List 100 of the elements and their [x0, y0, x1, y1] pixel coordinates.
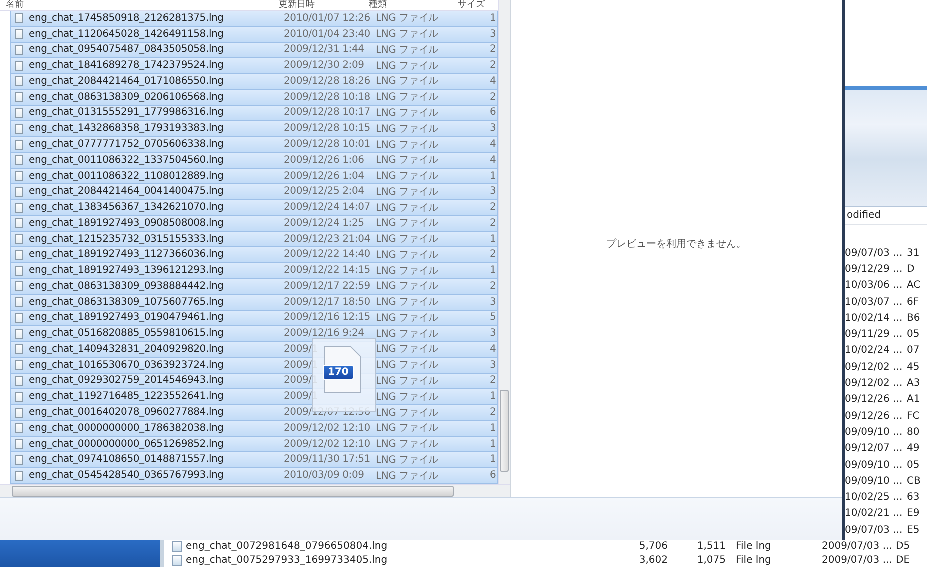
- modified-date: 10/02/21 ...: [845, 508, 904, 520]
- file-name: eng_chat_1383456367_1342621070.lng: [29, 202, 225, 214]
- hash-value: 6F: [907, 296, 920, 308]
- file-row[interactable]: eng_chat_0777771752_0705606338.lng 2009/12/28 10:01 LNG ファイル 4: [10, 137, 498, 153]
- vertical-scrollbar[interactable]: [498, 0, 510, 484]
- file-size: 3: [490, 28, 498, 40]
- modified-date: 2010/01/04 23:40: [284, 28, 372, 40]
- file-icon: [15, 234, 23, 244]
- horizontal-scrollbar[interactable]: [0, 484, 510, 497]
- hash-value: AC: [907, 280, 922, 292]
- file-size: 5,706: [638, 541, 668, 552]
- file-type: LNG ファイル: [376, 91, 440, 104]
- file-type: LNG ファイル: [376, 75, 440, 88]
- hash-value: A3: [907, 378, 922, 390]
- file-row[interactable]: eng_chat_1745850918_2126281375.lng 2010/01/07 12:26 LNG ファイル 1: [10, 11, 498, 27]
- column-heading[interactable]: 名前: [0, 0, 273, 10]
- file-name: eng_chat_0777771752_0705606338.lng: [29, 139, 225, 150]
- scroll-thumb[interactable]: [500, 390, 509, 472]
- scroll-thumb[interactable]: [12, 486, 454, 496]
- file-icon: [15, 281, 23, 292]
- hash-value: D: [907, 264, 916, 275]
- hash-value: 31: [907, 248, 921, 259]
- file-size: 2: [490, 44, 498, 56]
- file-row[interactable]: eng_chat_0131555291_1779986316.lng 2009/12/28 10:17 LNG ファイル 6: [10, 106, 498, 122]
- file-row[interactable]: eng_chat_1891927493_1396121293.lng 2009/12/22 14:15 LNG ファイル 1: [10, 263, 498, 280]
- file-row[interactable]: eng_chat_1891927493_0190479461.lng 2009/12/16 12:15 LNG ファイル 5: [10, 310, 498, 326]
- file-row[interactable]: eng_chat_0011086322_1108012889.lng 2009/12/26 1:04 LNG ファイル 1: [10, 168, 498, 184]
- file-type: LNG ファイル: [376, 422, 440, 436]
- file-name: eng_chat_0072981648_0796650804.lng: [186, 541, 389, 552]
- column-heading[interactable]: 種類: [363, 0, 452, 10]
- modified-date: 09/07/03 ...: [845, 248, 904, 259]
- modified-date: 10/03/07 ...: [845, 296, 904, 308]
- modified-date: 2009/12/02 12:10: [284, 422, 372, 434]
- file-icon: [15, 108, 23, 118]
- file-name: eng_chat_1215235732_0315155333.lng: [29, 234, 225, 245]
- file-size: 3: [490, 328, 498, 340]
- compressed-size: 1,511: [696, 541, 726, 552]
- file-icon: [15, 186, 23, 197]
- file-type: LNG ファイル: [376, 328, 440, 341]
- file-row[interactable]: eng_chat_1891927493_0908508008.lng 2009/12/24 1:25 LNG ファイル 2: [10, 216, 498, 232]
- file-size: 3,602: [638, 554, 668, 566]
- hash-value: DE: [896, 554, 912, 566]
- modified-date: 10/02/24 ...: [845, 345, 904, 356]
- file-size: 2: [490, 249, 498, 260]
- file-row[interactable]: eng_chat_0000000000_1786382038.lng 2009/12/02 12:10 LNG ファイル 1: [10, 420, 498, 437]
- file-row[interactable]: eng_chat_0516820885_0559810615.lng 2009/12/16 9:24 LNG ファイル 3: [10, 326, 498, 342]
- file-size: 3: [490, 296, 498, 308]
- file-row[interactable]: eng_chat_0863138309_0938884442.lng 2009/12/17 22:59 LNG ファイル 2: [10, 279, 498, 295]
- file-row[interactable]: eng_chat_2084421464_0171086550.lng 2009/12/28 18:26 LNG ファイル 4: [10, 74, 498, 90]
- file-type: LNG ファイル: [376, 138, 440, 152]
- modified-date: 2009/12/28 10:17: [284, 107, 372, 118]
- file-type: LNG ファイル: [376, 359, 440, 372]
- hash-value: 49: [907, 443, 921, 454]
- file-type: LNG ファイル: [376, 28, 440, 42]
- file-row[interactable]: eng_chat_0545428540_0365767993.lng 2010/03/09 0:09 LNG ファイル 6: [10, 468, 498, 484]
- file-row[interactable]: eng_chat_1891927493_1127366036.lng 2009/12/22 14:40 LNG ファイル 2: [10, 247, 498, 264]
- file-name: eng_chat_1120645028_1426491158.lng: [29, 28, 225, 40]
- file-row[interactable]: eng_chat_0974108650_0148871557.lng 2009/11/30 17:51 LNG ファイル 1: [10, 452, 498, 468]
- file-name: eng_chat_0011086322_1337504560.lng: [29, 154, 225, 166]
- file-size: 1: [490, 454, 498, 466]
- file-icon: [15, 218, 23, 228]
- file-icon: [15, 60, 23, 71]
- modified-date: 2009/12/24 14:07: [284, 202, 372, 214]
- column-heading[interactable]: odified: [845, 207, 927, 225]
- modified-date: 2009/12/28 10:15: [284, 123, 372, 134]
- file-row[interactable]: eng_chat_0954075487_0843505058.lng 2009/12/31 1:44 LNG ファイル 2: [10, 42, 498, 58]
- file-row[interactable]: eng_chat_0863138309_1075607765.lng 2009/12/17 18:50 LNG ファイル 3: [10, 294, 498, 311]
- file-name: eng_chat_0000000000_1786382038.lng: [29, 422, 225, 434]
- file-icon: [15, 171, 23, 182]
- file-row[interactable]: eng_chat_1215235732_0315155333.lng 2009/12/23 21:04 LNG ファイル 1: [10, 232, 498, 248]
- file-type: LNG ファイル: [376, 374, 440, 388]
- file-icon: [15, 454, 23, 465]
- file-row[interactable]: eng_chat_1383456367_1342621070.lng 2009/12/24 14:07 LNG ファイル 2: [10, 200, 498, 216]
- modified-date: 2009/12/30 2:09: [284, 60, 366, 72]
- file-row[interactable]: eng_chat_0863138309_0206106568.lng 2009/12/28 10:18 LNG ファイル 2: [10, 90, 498, 106]
- modified-date: 2009/12/22 14:40: [284, 249, 372, 260]
- file-row[interactable]: eng_chat_1432868358_1793193383.lng 2009/12/28 10:15 LNG ファイル 3: [10, 121, 498, 138]
- file-row[interactable]: eng_chat_1841689278_1742379524.lng 2009/12/30 2:09 LNG ファイル 2: [10, 58, 498, 74]
- modified-date: 2009/12/17 22:59: [284, 280, 372, 292]
- file-type: LNG ファイル: [376, 170, 440, 184]
- file-row[interactable]: eng_chat_1120645028_1426491158.lng 2010/01/04 23:40 LNG ファイル 3: [10, 26, 498, 43]
- hash-value: B6: [907, 312, 922, 324]
- file-name: eng_chat_1192716485_1223552641.lng: [29, 391, 225, 402]
- file-name: eng_chat_1891927493_1396121293.lng: [29, 265, 225, 276]
- file-icon: [15, 297, 23, 308]
- file-row[interactable]: eng_chat_0000000000_0651269852.lng 2009/12/02 12:10 LNG ファイル 1: [10, 436, 498, 452]
- file-row[interactable]: eng_chat_0011086322_1337504560.lng 2009/12/26 1:06 LNG ファイル 4: [10, 152, 498, 169]
- column-heading[interactable]: サイズ: [452, 0, 488, 10]
- file-icon: [172, 554, 182, 566]
- file-size: 6: [490, 470, 498, 482]
- file-row[interactable]: eng_chat_2084421464_0041400475.lng 2009/12/25 2:04 LNG ファイル 3: [10, 184, 498, 200]
- file-icon: [15, 13, 23, 24]
- modified-date: 2009/12/16 12:15: [284, 312, 372, 324]
- modified-date: 2009/11/30 17:51: [284, 454, 372, 466]
- hash-value: A1: [907, 394, 922, 406]
- file-name: eng_chat_0863138309_0206106568.lng: [29, 92, 225, 103]
- file-name: eng_chat_0863138309_1075607765.lng: [29, 296, 225, 308]
- file-icon: [15, 44, 23, 55]
- file-type: File lng: [735, 554, 772, 566]
- file-size: 4: [490, 76, 498, 87]
